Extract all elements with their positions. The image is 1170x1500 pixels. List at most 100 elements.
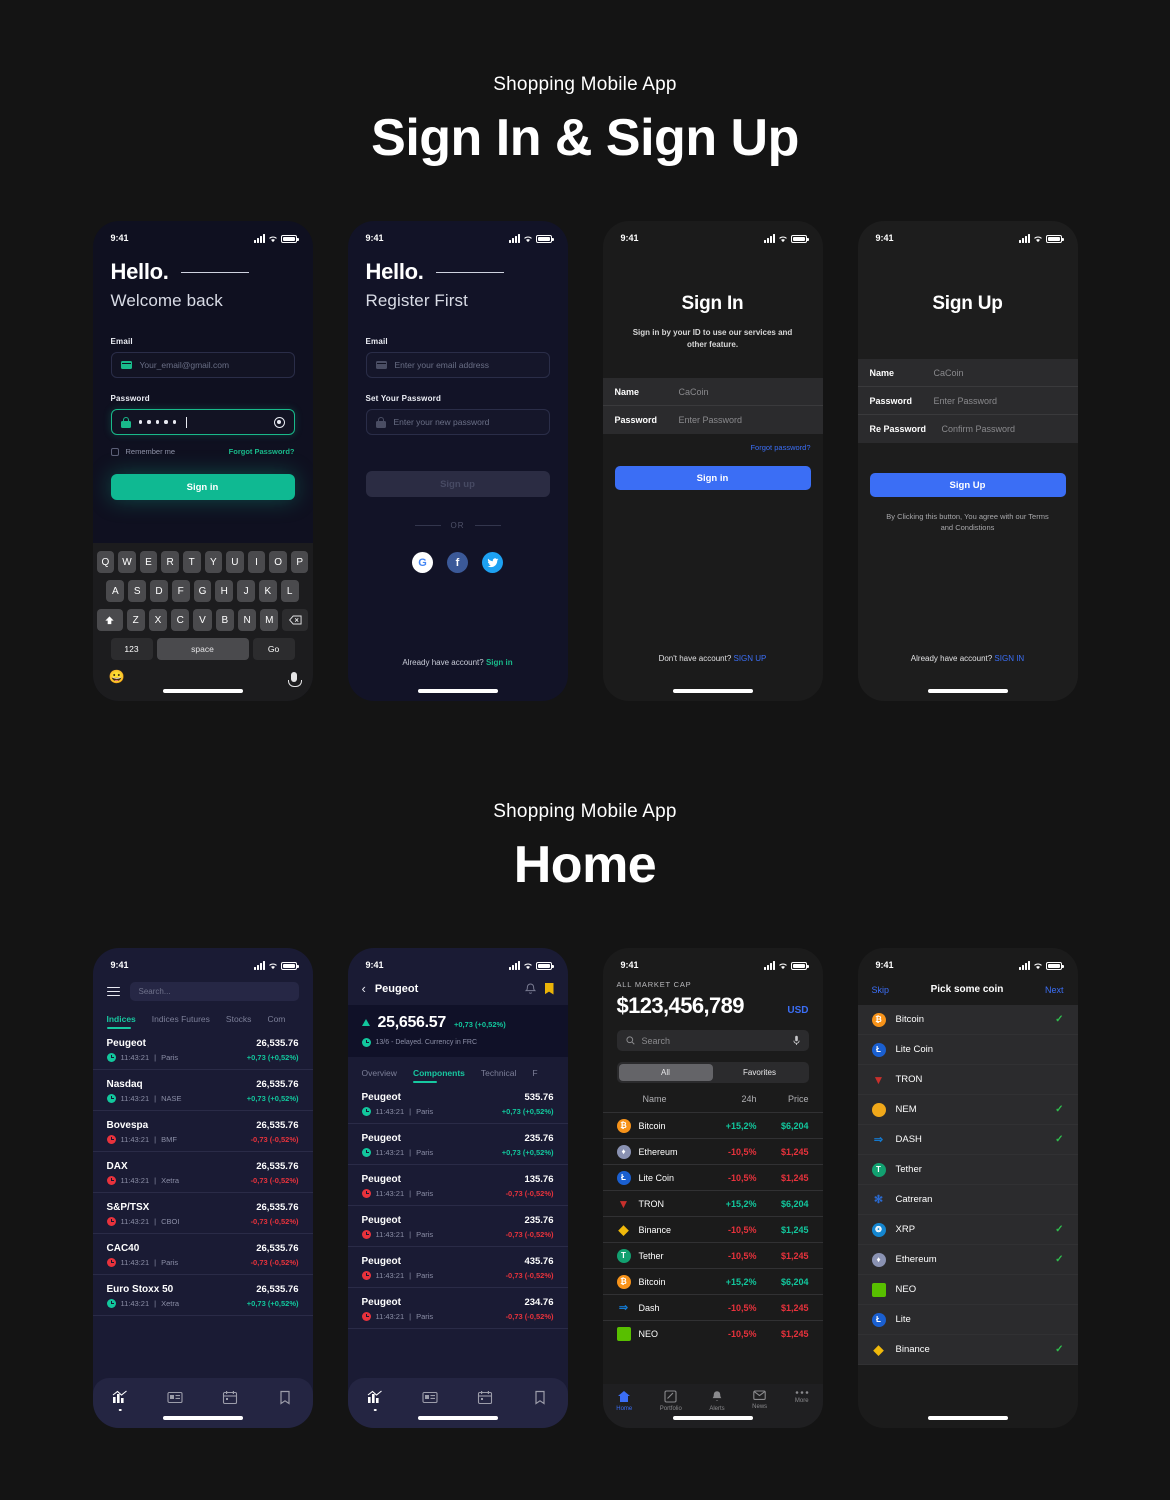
tab-home[interactable]: Home (616, 1390, 632, 1428)
key-o[interactable]: O (269, 551, 287, 573)
password-field-row[interactable]: Password Enter Password (857, 387, 1078, 415)
table-row[interactable]: DAX 26,535.76 11:43:21 | Xetra -0,73 (-0,52%… (92, 1152, 313, 1193)
eye-icon[interactable] (273, 416, 285, 428)
bookmark-icon[interactable] (544, 982, 554, 995)
list-item[interactable]: ◆ Binance ✓ (857, 1335, 1078, 1365)
next-button[interactable]: Next (1045, 985, 1064, 995)
key-c[interactable]: C (171, 609, 190, 631)
news-icon[interactable] (422, 1390, 438, 1405)
list-item[interactable]: ✻ Catreran (857, 1185, 1078, 1215)
table-row[interactable]: Peugeot 234.76 11:43:21 | Paris -0,73 (-0,52… (347, 1288, 568, 1329)
table-row[interactable]: ₿ Bitcoin +15,2% $6,204 (602, 1268, 823, 1294)
signup-button[interactable]: Sign Up (869, 473, 1066, 497)
currency-selector[interactable]: USD (787, 1005, 808, 1016)
email-input[interactable]: Enter your email address (365, 352, 550, 378)
key-d[interactable]: D (150, 580, 168, 602)
search-input[interactable]: Search (616, 1030, 809, 1051)
hamburger-icon[interactable] (106, 986, 120, 997)
key-y[interactable]: Y (204, 551, 223, 573)
table-row[interactable]: Peugeot 26,535.76 11:43:21 | Paris +0,73 (+0… (92, 1029, 313, 1070)
tab-news[interactable]: News (752, 1390, 767, 1428)
twitter-icon[interactable] (482, 552, 503, 573)
tab-technical[interactable]: Technical (481, 1068, 516, 1083)
key-e[interactable]: E (139, 551, 158, 573)
key-go[interactable]: Go (252, 638, 295, 660)
chart-icon[interactable] (112, 1390, 128, 1411)
table-row[interactable]: ♦ Ethereum -10,5% $1,245 (602, 1138, 823, 1164)
table-row[interactable]: Ł Lite Coin -10,5% $1,245 (602, 1164, 823, 1190)
table-row[interactable]: ▼ TRON +15,2% $6,204 (602, 1190, 823, 1216)
list-item[interactable]: ❂ XRP ✓ (857, 1215, 1078, 1245)
microphone-icon[interactable] (287, 672, 302, 687)
key-m[interactable]: M (260, 609, 279, 631)
list-item[interactable]: ▼ TRON (857, 1065, 1078, 1095)
table-row[interactable]: Bovespa 26,535.76 11:43:21 | BMF -0,73 (-0,5… (92, 1111, 313, 1152)
bookmark-icon[interactable] (277, 1390, 293, 1405)
key-x[interactable]: X (148, 609, 168, 631)
repassword-input[interactable]: Confirm Password (942, 424, 1016, 434)
table-row[interactable]: NEO -10,5% $1,245 (602, 1320, 823, 1346)
bell-icon[interactable] (524, 982, 536, 995)
chevron-left-icon[interactable]: ‹ (362, 982, 366, 995)
key-i[interactable]: I (247, 551, 266, 573)
password-input[interactable] (110, 409, 295, 435)
signin-button[interactable]: Sign in (110, 474, 295, 500)
table-row[interactable]: Peugeot 435.76 11:43:21 | Paris -0,73 (-0,52… (347, 1247, 568, 1288)
facebook-icon[interactable]: f (447, 552, 468, 573)
key-g[interactable]: G (193, 580, 212, 602)
list-item[interactable]: NEO (857, 1275, 1078, 1305)
list-item[interactable]: T Tether (857, 1155, 1078, 1185)
key-w[interactable]: W (118, 551, 136, 573)
password-input[interactable]: Enter Password (679, 415, 743, 425)
list-item[interactable]: ₿ Bitcoin ✓ (857, 1005, 1078, 1035)
tab-alerts[interactable]: Alerts (709, 1390, 725, 1428)
tab-more[interactable]: More (795, 1390, 809, 1428)
table-row[interactable]: Peugeot 535.76 11:43:21 | Paris +0,73 (+0,52… (347, 1083, 568, 1124)
key-numbers[interactable]: 123 (110, 638, 153, 660)
key-h[interactable]: H (215, 580, 234, 602)
table-row[interactable]: ₿ Bitcoin +15,2% $6,204 (602, 1112, 823, 1138)
list-item[interactable]: NEM ✓ (857, 1095, 1078, 1125)
segment-all[interactable]: All (618, 1064, 713, 1081)
tab-components[interactable]: Components (412, 1068, 465, 1083)
table-row[interactable]: ◆ Binance -10,5% $1,245 (602, 1216, 823, 1242)
tab-indices[interactable]: Indices (106, 1014, 136, 1029)
tab-overview[interactable]: Overview (362, 1068, 397, 1083)
name-input[interactable]: CaCoin (934, 368, 964, 378)
news-icon[interactable] (167, 1390, 183, 1405)
calendar-icon[interactable] (477, 1390, 493, 1405)
tab-financials[interactable]: F (532, 1068, 537, 1083)
tab-commodities[interactable]: Com (267, 1014, 285, 1029)
email-input[interactable]: Your_email@gmail.com (110, 352, 295, 378)
emoji-icon[interactable]: 😀 (109, 669, 125, 685)
skip-button[interactable]: Skip (872, 985, 890, 995)
password-field-row[interactable]: Password Enter Password (603, 406, 823, 434)
segment-favorites[interactable]: Favorites (713, 1064, 807, 1081)
key-a[interactable]: A (106, 580, 125, 602)
key-u[interactable]: U (226, 551, 244, 573)
list-item[interactable]: ⇒ DASH ✓ (857, 1125, 1078, 1155)
key-space[interactable]: space (156, 638, 249, 660)
key-z[interactable]: Z (126, 609, 145, 631)
bookmark-icon[interactable] (532, 1390, 548, 1405)
key-p[interactable]: P (290, 551, 309, 573)
tab-stocks[interactable]: Stocks (226, 1014, 252, 1029)
signin-link[interactable]: SIGN IN (994, 654, 1024, 663)
table-row[interactable]: Peugeot 235.76 11:43:21 | Paris -0,73 (-0,52… (347, 1206, 568, 1247)
forgot-password-link[interactable]: Forgot Password? (229, 447, 295, 456)
password-input[interactable]: Enter Password (934, 396, 998, 406)
table-row[interactable]: CAC40 26,535.76 11:43:21 | Paris -0,73 (-0,5… (92, 1234, 313, 1275)
table-row[interactable]: T Tether -10,5% $1,245 (602, 1242, 823, 1268)
signin-button[interactable]: Sign in (614, 466, 811, 491)
list-item[interactable]: Ł Lite Coin (857, 1035, 1078, 1065)
signin-link[interactable]: Sign in (486, 658, 513, 667)
key-r[interactable]: R (161, 551, 179, 573)
google-icon[interactable]: G (412, 552, 433, 573)
calendar-icon[interactable] (222, 1390, 238, 1405)
signup-link[interactable]: SIGN UP (734, 654, 767, 663)
name-field-row[interactable]: Name CaCoin (602, 378, 823, 407)
key-l[interactable]: L (280, 580, 299, 602)
table-row[interactable]: Peugeot 135.76 11:43:21 | Paris -0,73 (-0,52… (347, 1165, 568, 1206)
list-item[interactable]: ♦ Ethereum ✓ (857, 1245, 1078, 1275)
forgot-password-link[interactable]: Forgot password? (603, 434, 823, 452)
